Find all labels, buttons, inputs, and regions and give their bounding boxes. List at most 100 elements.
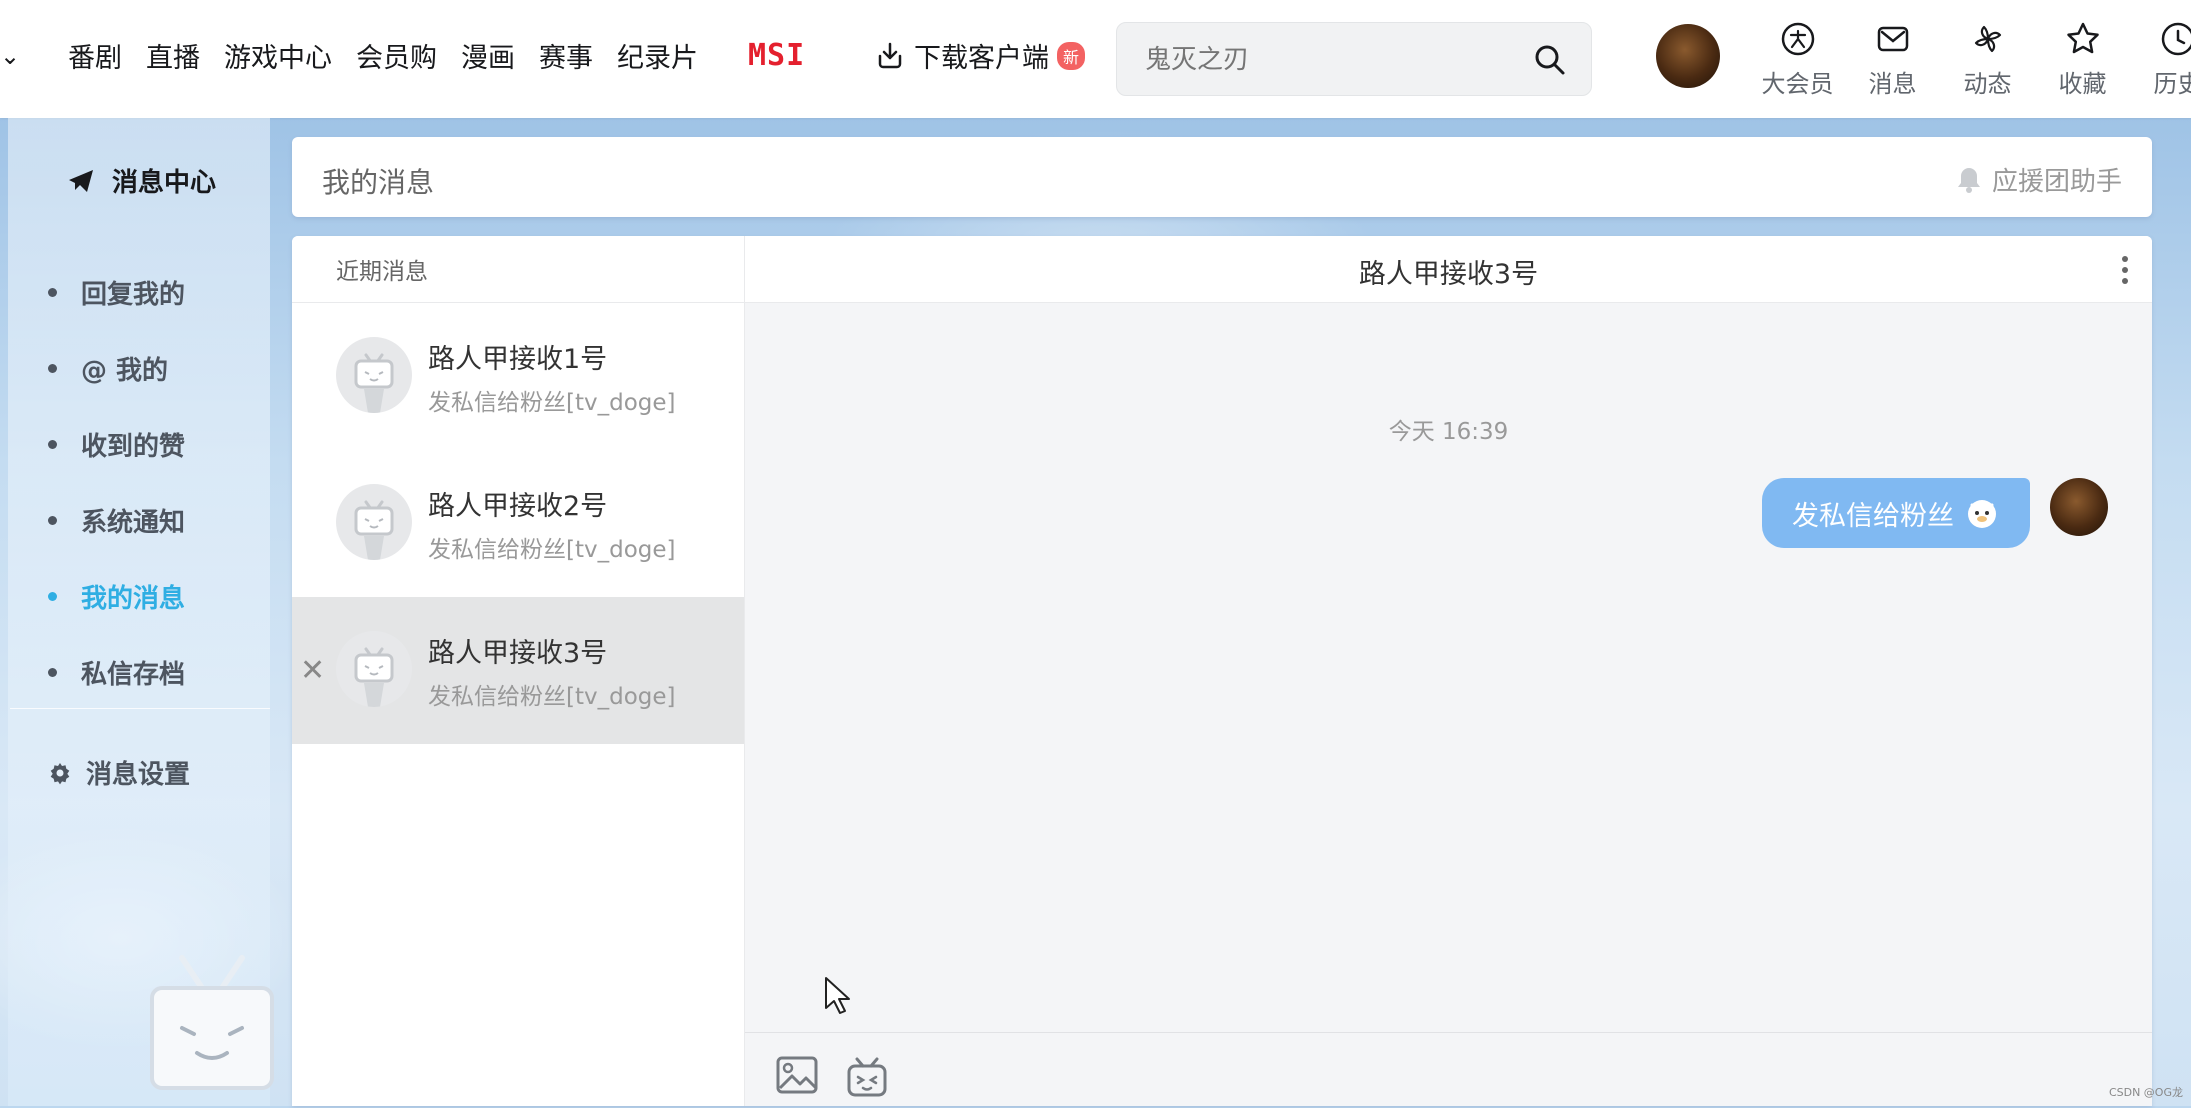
msi-logo[interactable]: MSI: [748, 38, 805, 73]
tv-doge-emoji-icon: [1964, 495, 2000, 531]
conversation-item[interactable]: 路人甲接收2号 发私信给粉丝[tv_doge]: [292, 450, 744, 597]
emoji-icon[interactable]: [845, 1055, 889, 1099]
chevron-down-icon[interactable]: ⌄: [0, 42, 20, 70]
tv-avatar-icon: [336, 631, 412, 707]
image-upload-icon[interactable]: [775, 1055, 819, 1095]
conversation-preview: 发私信给粉丝[tv_doge]: [428, 677, 676, 711]
sidebar-item-mentions[interactable]: @ 我的: [48, 330, 185, 406]
vip-entry[interactable]: 大会员: [1750, 20, 1845, 99]
search-icon[interactable]: [1533, 43, 1567, 77]
sidebar-item-my-messages[interactable]: 我的消息: [48, 558, 185, 634]
default-avatar: [336, 484, 412, 560]
download-icon: [874, 40, 906, 72]
sidebar-item-archive[interactable]: 私信存档: [48, 634, 185, 710]
conversation-list-heading: 近期消息: [292, 236, 744, 303]
user-avatar[interactable]: [1656, 24, 1720, 88]
page-header: 我的消息 应援团助手: [292, 137, 2152, 217]
message-text: 发私信给粉丝: [1792, 494, 1954, 533]
message-timestamp: 今天 16:39: [745, 412, 2152, 446]
download-client-link[interactable]: 下载客户端 新: [874, 36, 1085, 75]
tv-avatar-icon: [336, 337, 412, 413]
nav-item-documentary[interactable]: 纪录片: [617, 36, 698, 75]
sidebar-item-label: 系统通知: [81, 502, 185, 539]
bullet-dot: [48, 288, 57, 297]
conversation-name: 路人甲接收1号: [428, 337, 607, 376]
dynamic-label: 动态: [1964, 64, 2012, 99]
settings-label: 消息设置: [86, 754, 190, 791]
dynamic-entry[interactable]: 动态: [1940, 20, 2035, 99]
watermark: CSDN @OG龙: [2109, 1084, 2183, 1100]
assistant-label: 应援团助手: [1992, 161, 2122, 198]
chat-window: 路人甲接收3号 今天 16:39 发私信给粉丝: [745, 236, 2152, 1106]
star-icon: [2064, 20, 2102, 58]
default-avatar: [336, 631, 412, 707]
close-icon[interactable]: ✕: [300, 653, 325, 688]
nav-item-vip-shop[interactable]: 会员购: [356, 36, 437, 75]
top-navigation-bar: ⌄ 番剧 直播 游戏中心 会员购 漫画 赛事 纪录片 MSI 下载客户端 新 大…: [0, 0, 2191, 118]
search-box: [1116, 22, 1592, 96]
vip-label: 大会员: [1762, 64, 1834, 99]
sidebar-item-settings[interactable]: 消息设置: [48, 754, 190, 791]
sidebar-item-label: @ 我的: [81, 350, 168, 387]
page-title: 我的消息: [322, 161, 434, 201]
paper-plane-icon: [66, 166, 96, 196]
clock-icon: [2159, 20, 2191, 58]
nav-item-bangumi[interactable]: 番剧: [68, 36, 122, 75]
support-assistant-link[interactable]: 应援团助手: [1954, 161, 2122, 198]
sidebar-divider: [10, 708, 270, 709]
messages-label: 消息: [1869, 64, 1917, 99]
nav-item-esports[interactable]: 赛事: [539, 36, 593, 75]
history-label: 历史: [2154, 64, 2191, 99]
chat-input-toolbar: [745, 1032, 2152, 1106]
sender-avatar: [2050, 478, 2108, 536]
pinwheel-icon: [1969, 20, 2007, 58]
sidebar-item-label: 收到的赞: [81, 426, 185, 463]
nav-item-game-center[interactable]: 游戏中心: [224, 36, 332, 75]
mail-icon: [1874, 20, 1912, 58]
chat-header: 路人甲接收3号: [745, 236, 2152, 303]
sidebar-title-label: 消息中心: [112, 162, 216, 199]
favorites-label: 收藏: [2059, 64, 2107, 99]
history-entry[interactable]: 历史: [2130, 20, 2191, 99]
conversation-item-selected[interactable]: ✕ 路人甲接收3号 发私信给粉丝[tv_doge]: [292, 597, 744, 744]
messages-entry[interactable]: 消息: [1845, 20, 1940, 99]
nav-item-comics[interactable]: 漫画: [461, 36, 515, 75]
bullet-dot: [48, 440, 57, 449]
nav-links: 番剧 直播 游戏中心 会员购 漫画 赛事 纪录片: [68, 36, 722, 75]
chat-title: 路人甲接收3号: [745, 252, 2152, 291]
conversation-name: 路人甲接收2号: [428, 484, 607, 523]
conversation-list: 近期消息 路人甲接收1号 发私信给粉丝[tv_doge]: [292, 236, 745, 1106]
sidebar-item-replies[interactable]: 回复我的: [48, 254, 185, 330]
sidebar-item-system-notices[interactable]: 系统通知: [48, 482, 185, 558]
sidebar-item-label: 回复我的: [81, 274, 185, 311]
message-center-sidebar: 消息中心 回复我的 @ 我的 收到的赞 系统通知 我的消息 私信存档 消息设置: [8, 118, 270, 1106]
mouse-cursor-icon: [824, 976, 852, 1016]
vip-icon: [1779, 20, 1817, 58]
sidebar-item-label: 我的消息: [81, 578, 185, 615]
bell-icon: [1954, 165, 1984, 195]
new-badge: 新: [1057, 42, 1085, 70]
nav-item-live[interactable]: 直播: [146, 36, 200, 75]
gear-icon: [48, 761, 72, 785]
bullet-dot: [48, 592, 57, 601]
search-input[interactable]: [1143, 41, 1507, 79]
default-avatar: [336, 337, 412, 413]
sidebar-menu: 回复我的 @ 我的 收到的赞 系统通知 我的消息 私信存档: [48, 254, 185, 710]
message-panel: 近期消息 路人甲接收1号 发私信给粉丝[tv_doge]: [292, 236, 2152, 1106]
favorites-entry[interactable]: 收藏: [2035, 20, 2130, 99]
conversation-item[interactable]: 路人甲接收1号 发私信给粉丝[tv_doge]: [292, 303, 744, 450]
more-options-icon[interactable]: [2120, 254, 2130, 286]
sidebar-item-likes[interactable]: 收到的赞: [48, 406, 185, 482]
sidebar-title: 消息中心: [66, 162, 216, 199]
tv-avatar-icon: [336, 484, 412, 560]
conversation-preview: 发私信给粉丝[tv_doge]: [428, 530, 676, 564]
conversation-name: 路人甲接收3号: [428, 631, 607, 670]
sent-message-bubble[interactable]: 发私信给粉丝: [1762, 478, 2030, 548]
bullet-dot: [48, 668, 57, 677]
user-menu: 大会员 消息 动态 收藏 历史: [1750, 20, 2191, 99]
download-label: 下载客户端: [914, 36, 1049, 75]
sidebar-item-label: 私信存档: [81, 654, 185, 691]
conversation-preview: 发私信给粉丝[tv_doge]: [428, 383, 676, 417]
bullet-dot: [48, 364, 57, 373]
bullet-dot: [48, 516, 57, 525]
